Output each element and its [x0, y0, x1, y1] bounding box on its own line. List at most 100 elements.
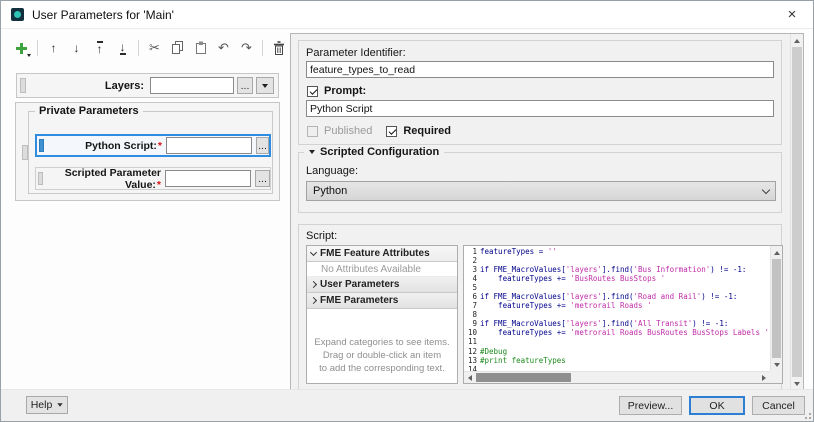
- help-button[interactable]: Help: [26, 396, 68, 414]
- scrollbar-corner: [770, 371, 782, 383]
- required-asterisk: *: [157, 179, 161, 191]
- fme-feature-attributes-header[interactable]: FME Feature Attributes: [307, 246, 457, 262]
- scripted-parameter-value-row[interactable]: Scripted Parameter Value:* ...: [35, 167, 271, 190]
- code-line: 4 featureTypes += 'BusRoutes BusStops ': [464, 274, 770, 283]
- scripted-parameter-value-label: Scripted Parameter Value:: [65, 167, 161, 191]
- code-line: 10 featureTypes += 'metrorail Roads BusR…: [464, 328, 770, 337]
- scripted-parameter-value-browse-button[interactable]: ...: [255, 170, 270, 187]
- required-label: Required: [403, 125, 451, 137]
- move-up-button[interactable]: ↑: [45, 39, 62, 57]
- ok-button[interactable]: OK: [689, 396, 745, 415]
- attributes-panel: FME Feature Attributes No Attributes Ava…: [306, 245, 458, 384]
- scroll-left-icon: [468, 375, 472, 381]
- section-title: FME Feature Attributes: [320, 248, 430, 259]
- language-select[interactable]: Python: [306, 181, 776, 201]
- scroll-down-icon: [774, 363, 780, 367]
- chevron-down-icon: [762, 185, 770, 193]
- resize-grip[interactable]: [803, 411, 811, 419]
- editor-horizontal-scrollbar[interactable]: [464, 371, 770, 383]
- layers-label: Layers:: [26, 80, 150, 92]
- arrow-down-icon: ↓: [74, 42, 80, 54]
- parameter-detail-panel: Parameter Identifier: Prompt: Published …: [290, 33, 804, 391]
- copy-button[interactable]: [169, 39, 186, 57]
- cancel-button[interactable]: Cancel: [752, 396, 805, 415]
- scroll-down-icon: [794, 382, 800, 386]
- move-to-bottom-button[interactable]: ↓: [114, 39, 131, 57]
- title-bar: User Parameters for 'Main' ×: [1, 1, 813, 29]
- fme-parameters-header[interactable]: FME Parameters: [307, 293, 457, 309]
- parameter-identifier-label: Parameter Identifier:: [306, 47, 406, 59]
- code-line: 5: [464, 283, 770, 292]
- script-box: Script: FME Feature Attributes No Attrib…: [298, 224, 782, 390]
- redo-button[interactable]: ↷: [238, 39, 255, 57]
- code-area[interactable]: 1featureTypes = ''23if FME_MacroValues['…: [464, 246, 770, 371]
- help-label: Help: [31, 399, 53, 411]
- user-parameters-header[interactable]: User Parameters: [307, 277, 457, 293]
- move-down-button[interactable]: ↓: [68, 39, 85, 57]
- code-line: 1featureTypes = '': [464, 247, 770, 256]
- window-title: User Parameters for 'Main': [32, 8, 174, 22]
- published-checkbox: [307, 126, 318, 137]
- required-checkbox[interactable]: [386, 126, 397, 137]
- plus-icon: [15, 42, 28, 55]
- layers-row: Layers: ...: [16, 73, 279, 98]
- close-icon[interactable]: ×: [777, 4, 807, 25]
- toolbar-separator: [138, 40, 139, 56]
- arrow-to-top-icon: ↑: [97, 41, 103, 55]
- python-script-label: Python Script:: [85, 140, 157, 152]
- layers-dropdown-button[interactable]: [256, 77, 274, 94]
- code-line: 13#print featureTypes: [464, 356, 770, 365]
- chevron-expanded-icon: [310, 249, 317, 256]
- code-line: 11: [464, 337, 770, 346]
- published-label: Published: [324, 125, 372, 137]
- script-editor[interactable]: 1featureTypes = ''23if FME_MacroValues['…: [463, 245, 783, 384]
- python-script-input[interactable]: [166, 137, 252, 154]
- dropdown-arrow-icon: [58, 403, 63, 407]
- section-title: FME Parameters: [320, 295, 398, 306]
- scrollbar-thumb[interactable]: [792, 47, 802, 377]
- preview-button[interactable]: Preview...: [619, 396, 682, 415]
- move-to-top-button[interactable]: ↑: [91, 39, 108, 57]
- python-script-browse-button[interactable]: ...: [256, 137, 269, 154]
- attributes-hint: Expand categories to see items. Drag or …: [307, 336, 457, 375]
- scrollbar-thumb[interactable]: [476, 373, 571, 382]
- prompt-label: Prompt:: [324, 85, 366, 97]
- trash-icon: [272, 41, 286, 56]
- language-label: Language:: [306, 165, 358, 177]
- scripted-configuration-title: Scripted Configuration: [320, 146, 439, 158]
- no-attributes-row: No Attributes Available: [307, 262, 457, 277]
- code-line: 12#Debug: [464, 347, 770, 356]
- scripted-parameter-value-input[interactable]: [165, 170, 251, 187]
- parameter-identifier-input[interactable]: [306, 61, 774, 78]
- chevron-collapsed-icon: [310, 281, 317, 288]
- copy-icon: [171, 41, 184, 55]
- code-line: 6if FME_MacroValues['layers'].find('Road…: [464, 292, 770, 301]
- scroll-right-icon: [762, 375, 766, 381]
- delete-button[interactable]: [270, 39, 287, 57]
- chevron-collapsed-icon: [310, 297, 317, 304]
- code-line: 8: [464, 310, 770, 319]
- dropdown-arrow-icon: [262, 84, 268, 88]
- cut-button[interactable]: ✂: [146, 39, 163, 57]
- scroll-up-icon: [774, 251, 780, 255]
- scrollbar-thumb[interactable]: [772, 259, 781, 358]
- editor-vertical-scrollbar[interactable]: [770, 246, 782, 371]
- layers-input[interactable]: [150, 77, 234, 94]
- scripted-configuration-header[interactable]: Scripted Configuration: [304, 146, 444, 158]
- clipboard-icon: [194, 41, 208, 55]
- prompt-input[interactable]: [306, 100, 774, 117]
- undo-button[interactable]: ↶: [215, 39, 232, 57]
- python-script-row[interactable]: Python Script:* ...: [35, 134, 271, 157]
- private-parameters-group: Private Parameters Python Script:* ... S…: [15, 102, 280, 201]
- layers-browse-button[interactable]: ...: [237, 77, 253, 94]
- scissors-icon: ✂: [149, 40, 160, 56]
- add-parameter-button[interactable]: [13, 39, 30, 57]
- toolbar-separator: [37, 40, 38, 56]
- required-asterisk: *: [158, 140, 162, 152]
- section-title: User Parameters: [320, 279, 400, 290]
- prompt-checkbox[interactable]: [307, 86, 318, 97]
- collapse-arrow-icon: [309, 150, 315, 154]
- code-line: 2: [464, 256, 770, 265]
- panel-scrollbar[interactable]: [790, 34, 803, 390]
- paste-button[interactable]: [192, 39, 209, 57]
